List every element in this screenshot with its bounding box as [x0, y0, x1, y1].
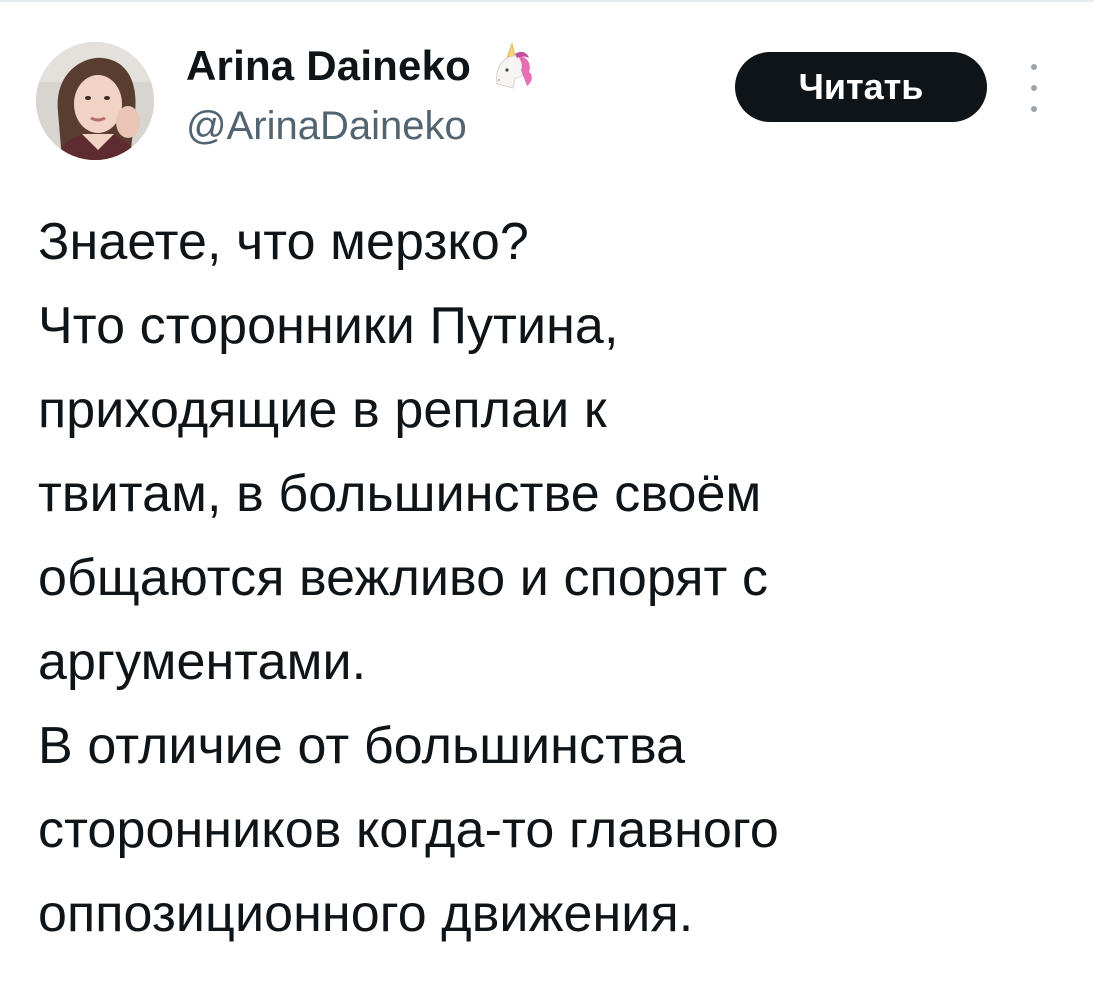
- tweet-line: общаются вежливо и спорят с: [38, 549, 769, 607]
- tweet-line: оппозиционного движения.: [38, 885, 694, 943]
- display-name-row: Arina Daineko: [186, 40, 537, 92]
- more-dot: [1031, 106, 1037, 112]
- tweet-line: Знаете, что мерзко?: [38, 213, 529, 271]
- avatar-photo: [36, 42, 154, 160]
- follow-button[interactable]: Читать: [735, 52, 987, 122]
- unicorn-icon: [485, 40, 537, 92]
- tweet-line: Что сторонники Путина,: [38, 297, 619, 355]
- tweet-header: Arina Daineko @ArinaDaineko Читать: [0, 0, 1094, 190]
- tweet-line: сторонников когда-то главного: [38, 801, 779, 859]
- tweet-line: аргументами.: [38, 633, 367, 691]
- tweet-text: Знаете, что мерзко? Что сторонники Путин…: [38, 200, 1068, 956]
- user-handle[interactable]: @ArinaDaineko: [186, 104, 537, 149]
- tweet-line: приходящие в реплаи к: [38, 381, 607, 439]
- more-dot: [1031, 85, 1037, 91]
- display-name[interactable]: Arina Daineko: [186, 42, 471, 90]
- more-dot: [1031, 64, 1037, 70]
- user-info: Arina Daineko @ArinaDaineko: [186, 40, 537, 149]
- more-vertical-icon[interactable]: [1024, 64, 1044, 112]
- avatar[interactable]: [36, 42, 154, 160]
- tweet-line: твитам, в большинстве своём: [38, 465, 762, 523]
- tweet-line: В отличие от большинства: [38, 717, 686, 775]
